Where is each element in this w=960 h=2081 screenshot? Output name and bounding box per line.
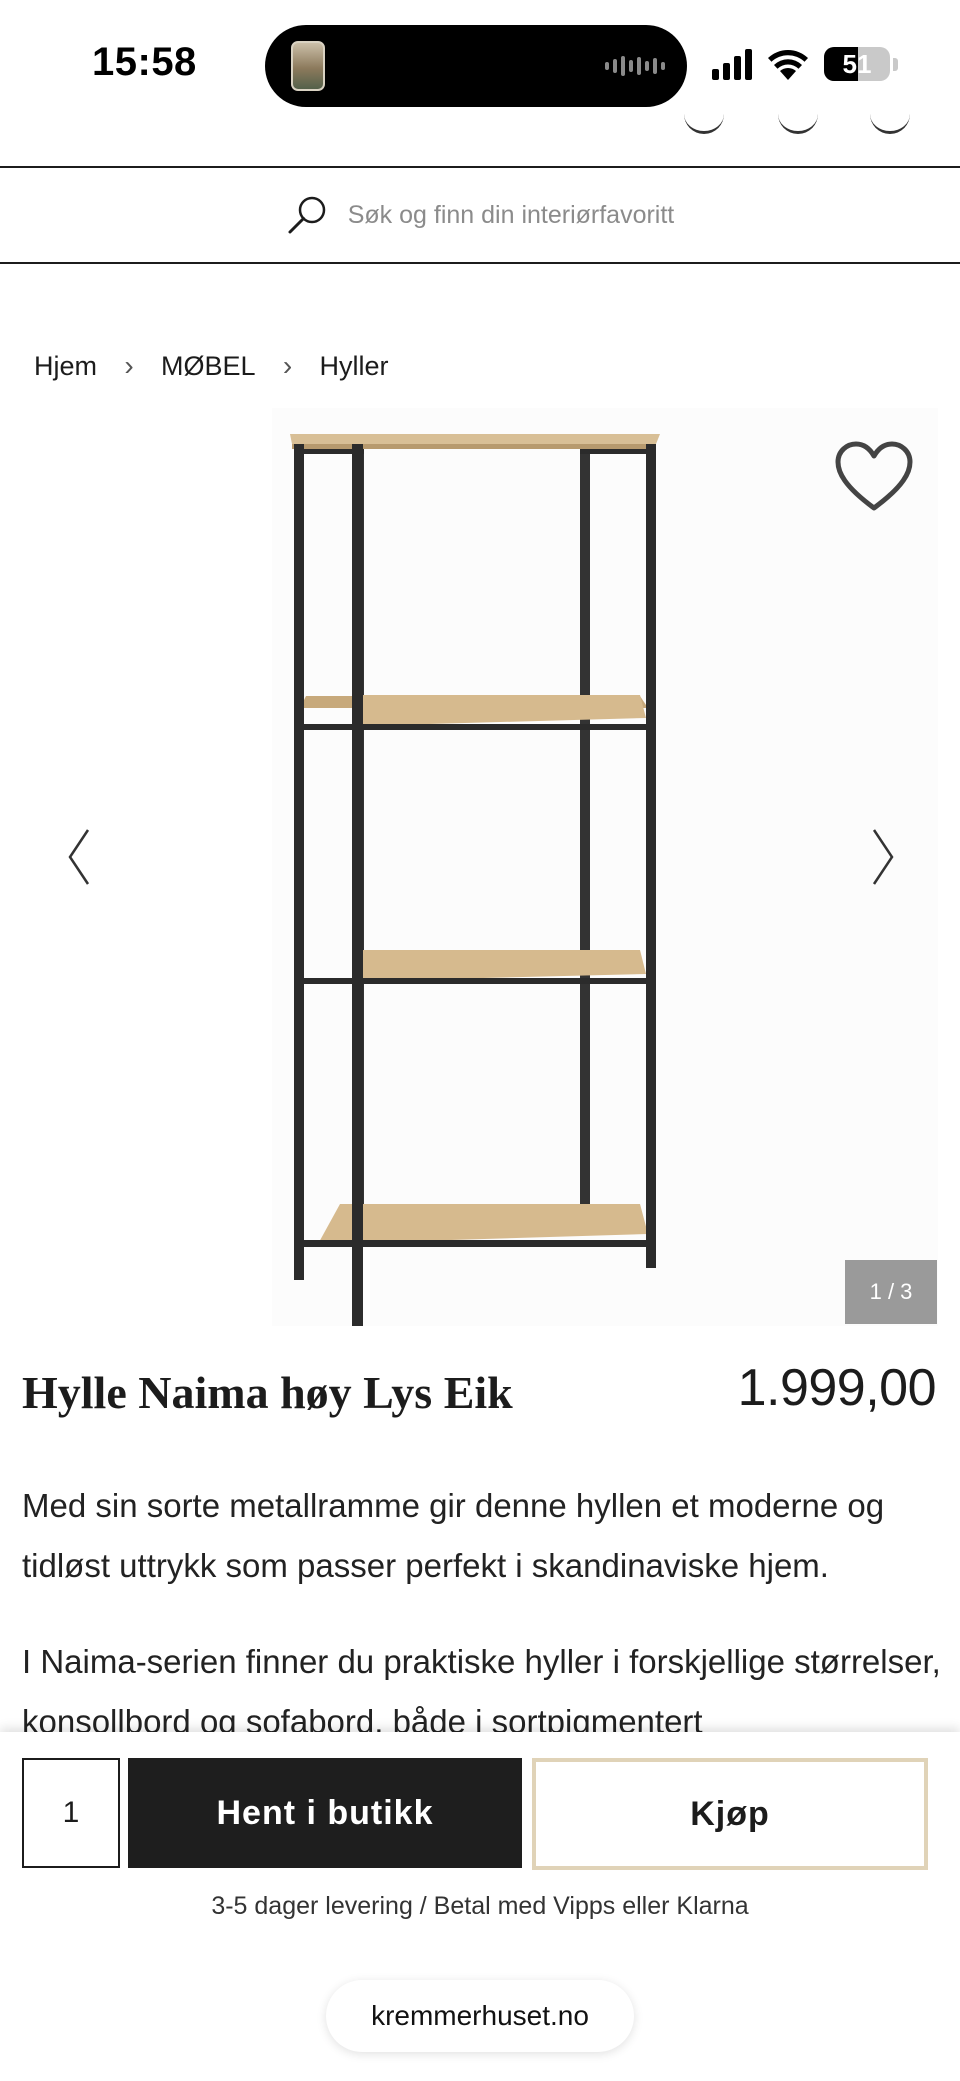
delivery-note: 3-5 dager levering / Betal med Vipps ell… bbox=[211, 1892, 749, 1920]
wifi-icon bbox=[768, 50, 808, 80]
breadcrumb-hyller[interactable]: Hyller bbox=[320, 351, 389, 382]
store-icon[interactable] bbox=[778, 114, 818, 134]
breadcrumb-home[interactable]: Hjem bbox=[34, 351, 97, 382]
dynamic-island bbox=[265, 25, 687, 107]
header-icons-cutoff bbox=[0, 114, 960, 134]
battery-level: 51 bbox=[842, 48, 872, 79]
pickup-in-store-button[interactable]: Hent i butikk bbox=[128, 1758, 522, 1868]
breadcrumb-separator: › bbox=[124, 350, 134, 381]
buy-button[interactable]: Kjøp bbox=[532, 1758, 928, 1870]
now-playing-thumbnail bbox=[291, 41, 325, 91]
product-image[interactable] bbox=[0, 408, 960, 1326]
cart-icon[interactable] bbox=[870, 114, 910, 134]
search-icon bbox=[288, 196, 325, 234]
cellular-signal-icon bbox=[712, 48, 752, 80]
search-input[interactable]: Søk og finn din interiørfavoritt bbox=[348, 201, 675, 230]
search-bar[interactable]: Søk og finn din interiørfavoritt bbox=[0, 166, 960, 264]
audio-wave-icon bbox=[605, 55, 665, 77]
status-bar: 15:58 51 bbox=[0, 0, 960, 130]
account-icon[interactable] bbox=[684, 114, 724, 134]
previous-image-arrow-icon[interactable] bbox=[64, 826, 94, 888]
wishlist-heart-icon[interactable] bbox=[834, 440, 914, 514]
product-description: Med sin sorte metallramme gir denne hyll… bbox=[22, 1487, 885, 1584]
product-gallery[interactable]: 1 / 3 bbox=[0, 408, 960, 1326]
breadcrumb: Hjem › MØBEL › Hyller bbox=[34, 350, 389, 382]
quantity-input[interactable]: 1 bbox=[22, 1758, 120, 1868]
breadcrumb-mobel[interactable]: MØBEL bbox=[161, 351, 256, 382]
battery-icon: 51 bbox=[824, 47, 890, 81]
status-time: 15:58 bbox=[92, 40, 197, 84]
status-icons: 51 bbox=[712, 44, 898, 84]
battery-cap bbox=[893, 57, 898, 71]
breadcrumb-separator: › bbox=[282, 350, 293, 381]
product-price: 1.999,00 bbox=[737, 1359, 937, 1417]
browser-url-bar[interactable]: kremmerhuset.no bbox=[326, 1980, 634, 2052]
image-counter: 1 / 3 bbox=[845, 1260, 937, 1324]
next-image-arrow-icon[interactable] bbox=[868, 826, 898, 888]
product-title: Hylle Naima høy Lys Eik bbox=[22, 1367, 513, 1418]
buy-panel: 1 Hent i butikk Kjøp 3-5 dager levering … bbox=[0, 1732, 960, 2081]
